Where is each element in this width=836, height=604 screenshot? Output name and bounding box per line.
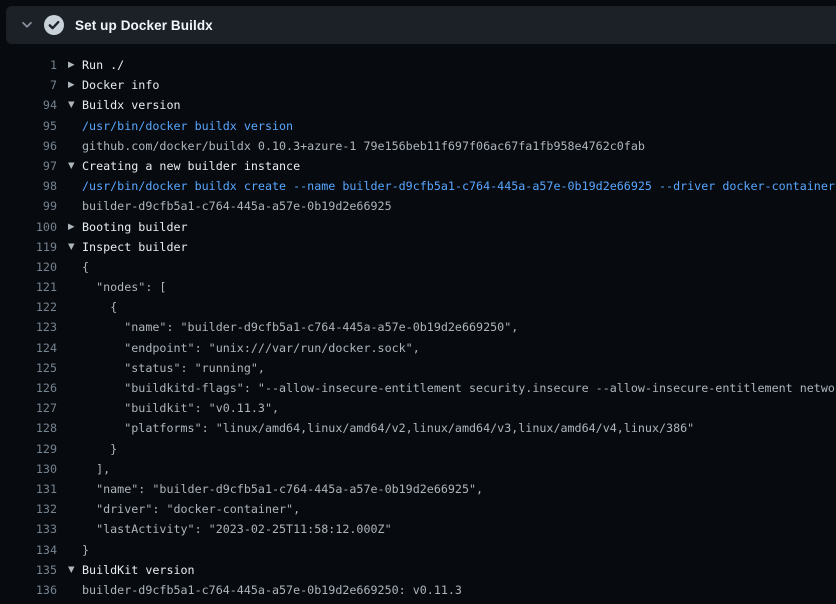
line-number[interactable]: 136 — [0, 580, 57, 600]
log-text: "lastActivity": "2023-02-25T11:58:12.000… — [82, 519, 836, 539]
log-line: 131 "name": "builder-d9cfb5a1-c764-445a-… — [0, 479, 836, 499]
line-number[interactable]: 7 — [0, 75, 57, 95]
log-line: 96 github.com/docker/buildx 0.10.3+azure… — [0, 136, 836, 156]
log-line: 120 { — [0, 257, 836, 277]
log-text: builder-d9cfb5a1-c764-445a-a57e-0b19d2e6… — [82, 196, 836, 216]
line-number[interactable]: 131 — [0, 479, 57, 499]
log-text: "endpoint": "unix:///var/run/docker.sock… — [82, 338, 836, 358]
line-number[interactable]: 124 — [0, 338, 57, 358]
log-line: 125 "status": "running", — [0, 358, 836, 378]
log-group-row[interactable]: 100 ▶ Booting builder — [0, 217, 836, 237]
log-text: Inspect builder — [82, 237, 836, 257]
group-toggle-icon[interactable]: ▶ — [68, 217, 82, 237]
line-number[interactable]: 95 — [0, 116, 57, 136]
line-number[interactable]: 127 — [0, 398, 57, 418]
check-circle-icon — [44, 15, 64, 35]
log-text: Booting builder — [82, 217, 836, 237]
log-group-row[interactable]: 94 ▼ Buildx version — [0, 95, 836, 115]
log-line: 136 builder-d9cfb5a1-c764-445a-a57e-0b19… — [0, 580, 836, 600]
log-text: Creating a new builder instance — [82, 156, 836, 176]
step-title: Set up Docker Buildx — [75, 18, 213, 33]
log-text: /usr/bin/docker buildx version — [82, 116, 836, 136]
log-text: "name": "builder-d9cfb5a1-c764-445a-a57e… — [82, 317, 836, 337]
line-number[interactable]: 134 — [0, 540, 57, 560]
log-group-row[interactable]: 97 ▼ Creating a new builder instance — [0, 156, 836, 176]
log-group-row[interactable]: 1 ▶ Run ./ — [0, 55, 836, 75]
log-text: "status": "running", — [82, 358, 836, 378]
line-number[interactable]: 121 — [0, 277, 57, 297]
log-text: /usr/bin/docker buildx create --name bui… — [82, 176, 836, 196]
line-number[interactable]: 123 — [0, 317, 57, 337]
log-line: 129 } — [0, 439, 836, 459]
log-text: "buildkit": "v0.11.3", — [82, 398, 836, 418]
log-line: 133 "lastActivity": "2023-02-25T11:58:12… — [0, 519, 836, 539]
log-text: "driver": "docker-container", — [82, 499, 836, 519]
log-text: ], — [82, 459, 836, 479]
log-line: 132 "driver": "docker-container", — [0, 499, 836, 519]
log-line: 124 "endpoint": "unix:///var/run/docker.… — [0, 338, 836, 358]
group-toggle-icon[interactable]: ▼ — [68, 95, 82, 115]
log-text: Buildx version — [82, 95, 836, 115]
log-line: 128 "platforms": "linux/amd64,linux/amd6… — [0, 418, 836, 438]
log-line: 98 /usr/bin/docker buildx create --name … — [0, 176, 836, 196]
log-group-row[interactable]: 119 ▼ Inspect builder — [0, 237, 836, 257]
line-number[interactable]: 122 — [0, 297, 57, 317]
log-line: 134 } — [0, 540, 836, 560]
line-number[interactable]: 128 — [0, 418, 57, 438]
line-number[interactable]: 100 — [0, 217, 57, 237]
line-number[interactable]: 120 — [0, 257, 57, 277]
log-text: } — [82, 540, 836, 560]
log-line: 121 "nodes": [ — [0, 277, 836, 297]
log-line: 123 "name": "builder-d9cfb5a1-c764-445a-… — [0, 317, 836, 337]
log-text: github.com/docker/buildx 0.10.3+azure-1 … — [82, 136, 836, 156]
log-text: "buildkitd-flags": "--allow-insecure-ent… — [82, 378, 836, 398]
log-group-row[interactable]: 7 ▶ Docker info — [0, 75, 836, 95]
line-number[interactable]: 96 — [0, 136, 57, 156]
log-text: Docker info — [82, 75, 836, 95]
line-number[interactable]: 97 — [0, 156, 57, 176]
group-toggle-icon[interactable]: ▶ — [68, 75, 82, 95]
line-number[interactable]: 130 — [0, 459, 57, 479]
log-text: } — [82, 439, 836, 459]
log-content: 1 ▶ Run ./ 7 ▶ Docker info 94 ▼ Buildx v… — [0, 45, 836, 604]
line-number[interactable]: 125 — [0, 358, 57, 378]
line-number[interactable]: 133 — [0, 519, 57, 539]
line-number[interactable]: 135 — [0, 560, 57, 580]
line-number[interactable]: 119 — [0, 237, 57, 257]
log-line: 126 "buildkitd-flags": "--allow-insecure… — [0, 378, 836, 398]
log-text: Run ./ — [82, 55, 836, 75]
line-number[interactable]: 1 — [0, 55, 57, 75]
step-header[interactable]: Set up Docker Buildx — [6, 6, 836, 44]
log-line: 127 "buildkit": "v0.11.3", — [0, 398, 836, 418]
log-line: 122 { — [0, 297, 836, 317]
line-number[interactable]: 132 — [0, 499, 57, 519]
log-rows: 1 ▶ Run ./ 7 ▶ Docker info 94 ▼ Buildx v… — [0, 55, 836, 600]
group-toggle-icon[interactable]: ▼ — [68, 560, 82, 580]
log-text: { — [82, 257, 836, 277]
log-text: "name": "builder-d9cfb5a1-c764-445a-a57e… — [82, 479, 836, 499]
group-toggle-icon[interactable]: ▼ — [68, 156, 82, 176]
line-number[interactable]: 94 — [0, 95, 57, 115]
line-number[interactable]: 98 — [0, 176, 57, 196]
log-text: builder-d9cfb5a1-c764-445a-a57e-0b19d2e6… — [82, 580, 836, 600]
line-number[interactable]: 129 — [0, 439, 57, 459]
log-text: { — [82, 297, 836, 317]
chevron-down-icon[interactable] — [20, 18, 34, 32]
log-text: BuildKit version — [82, 560, 836, 580]
log-text: "nodes": [ — [82, 277, 836, 297]
line-number[interactable]: 99 — [0, 196, 57, 216]
group-toggle-icon[interactable]: ▼ — [68, 237, 82, 257]
log-line: 95 /usr/bin/docker buildx version — [0, 116, 836, 136]
log-line: 130 ], — [0, 459, 836, 479]
line-number[interactable]: 126 — [0, 378, 57, 398]
log-group-row[interactable]: 135 ▼ BuildKit version — [0, 560, 836, 580]
group-toggle-icon[interactable]: ▶ — [68, 55, 82, 75]
log-line: 99 builder-d9cfb5a1-c764-445a-a57e-0b19d… — [0, 196, 836, 216]
log-text: "platforms": "linux/amd64,linux/amd64/v2… — [82, 418, 836, 438]
